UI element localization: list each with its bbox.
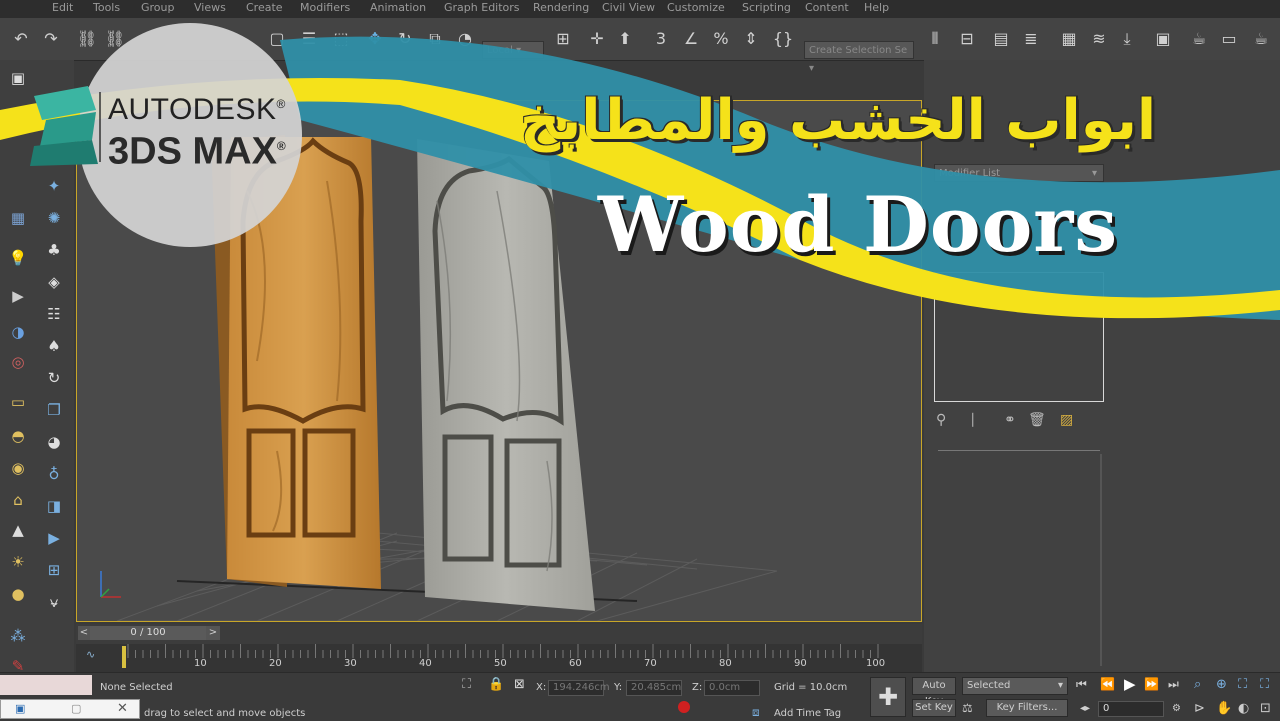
prompt-line: drag to select and move objects — [144, 708, 306, 719]
add-time-tag[interactable]: Add Time Tag — [774, 708, 841, 719]
key-tangent-icon[interactable]: ⚖ — [962, 701, 973, 715]
tick-label: 70 — [644, 658, 657, 669]
key-mode-dropdown[interactable]: Selected ▾ — [962, 677, 1068, 695]
tick-label: 30 — [344, 658, 357, 669]
goto-end-icon[interactable]: ⏭ — [1168, 677, 1179, 692]
auto-key-button[interactable]: Auto Key — [912, 677, 956, 707]
time-slider[interactable]: < 0 / 100 > — [76, 624, 922, 644]
zoom-all-icon[interactable]: ⊕ — [1216, 677, 1227, 692]
absolute-mode-icon[interactable]: ⊠ — [514, 677, 525, 692]
taskbar-window[interactable]: ▣ ▢ ✕ — [0, 699, 140, 719]
teal-swoosh — [280, 36, 1280, 321]
tick-label: 80 — [719, 658, 732, 669]
z-coordinate-field[interactable]: 0.0cm — [704, 680, 760, 696]
banner-title-english: Wood Doors — [597, 180, 1119, 269]
tick-label: 60 — [569, 658, 582, 669]
fov-icon[interactable]: ⊳ — [1194, 701, 1205, 716]
selection-status: None Selected — [100, 682, 173, 693]
key-filters-button[interactable]: Key Filters... — [986, 699, 1068, 717]
tick-label: 20 — [269, 658, 282, 669]
tick-label: 50 — [494, 658, 507, 669]
close-icon[interactable]: ✕ — [117, 701, 128, 716]
time-config-icon[interactable]: ⚙ — [1172, 703, 1181, 714]
pan-icon[interactable]: ✋ — [1216, 701, 1232, 716]
curve-editor-mini-icon[interactable]: ∿ — [86, 648, 95, 661]
prev-frame-arrow[interactable]: < — [78, 626, 90, 640]
y-label: Y: — [614, 682, 623, 693]
zoom-icon[interactable]: ⌕ — [1194, 677, 1201, 692]
record-indicator — [678, 701, 690, 713]
next-key-icon[interactable]: ⏩ — [1144, 677, 1159, 691]
z-label: Z: — [692, 682, 703, 693]
set-key-icon[interactable]: ✚ — [870, 677, 906, 717]
set-key-button[interactable]: Set Key — [912, 699, 956, 717]
x-coordinate-field[interactable]: 194.246cm — [548, 680, 610, 696]
zoom-extents-all-icon[interactable]: ⛶ — [1260, 677, 1269, 692]
goto-start-icon[interactable]: ⏮ — [1076, 677, 1087, 692]
restore-icon[interactable]: ▢ — [71, 702, 81, 715]
banner-title-arabic: ابواب الخشب والمطابخ — [519, 88, 1157, 153]
maximize-viewport-icon[interactable]: ⊡ — [1260, 701, 1271, 716]
autodesk-logo: AUTODESK® 3DS MAX® — [108, 93, 286, 173]
zoom-extents-icon[interactable]: ⛶ — [1238, 677, 1247, 692]
x-label: X: — [536, 682, 547, 693]
orbit-icon[interactable]: ◐ — [1238, 701, 1249, 716]
isolate-icon[interactable]: ⛶ — [462, 677, 471, 692]
prev-key-icon[interactable]: ⏪ — [1100, 677, 1115, 691]
time-tag-icon[interactable]: ⧈ — [752, 705, 760, 720]
next-frame-arrow[interactable]: > — [206, 626, 220, 640]
y-coordinate-field[interactable]: 20.485cm — [626, 680, 682, 696]
tick-label: 40 — [419, 658, 432, 669]
tick-label: 10 — [194, 658, 207, 669]
status-bar: ▣ ▢ ✕ None Selected drag to select and m… — [0, 672, 1280, 721]
track-bar[interactable]: ∿ 10 20 30 40 50 60 70 80 90 100 — [76, 644, 922, 672]
current-frame-field[interactable]: 0 — [1098, 701, 1164, 717]
lock-icon[interactable]: 🔒 — [488, 677, 504, 692]
app-icon: ▣ — [15, 702, 26, 715]
frame-counter[interactable]: 0 / 100 — [90, 626, 206, 640]
tick-label: 90 — [794, 658, 807, 669]
grid-readout: Grid = 10.0cm — [774, 682, 848, 693]
tick-label: 100 — [866, 658, 886, 669]
key-mode-toggle-icon[interactable]: ◂▸ — [1080, 703, 1090, 714]
maxscript-listener[interactable] — [0, 675, 92, 695]
play-icon[interactable]: ▶ — [1124, 675, 1136, 693]
